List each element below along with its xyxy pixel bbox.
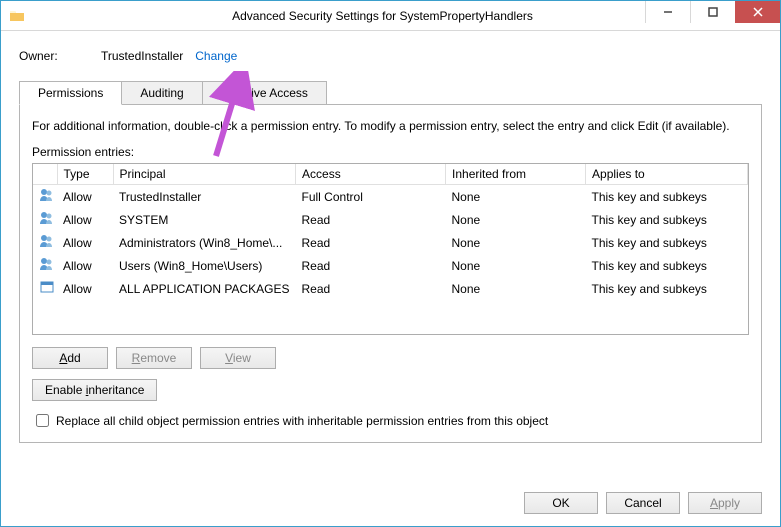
principal-icon [33, 185, 57, 209]
principal-icon [33, 208, 57, 231]
enable-inheritance-label: Enable inheritance [45, 383, 144, 397]
info-text: For additional information, double-click… [32, 119, 749, 133]
add-button[interactable]: Add [32, 347, 108, 369]
col-principal[interactable]: Principal [113, 164, 296, 185]
enable-inheritance-button[interactable]: Enable inheritance [32, 379, 157, 401]
apply-button-label: Apply [710, 496, 740, 510]
table-row[interactable]: AllowUsers (Win8_Home\Users)ReadNoneThis… [33, 254, 748, 277]
ok-button[interactable]: OK [524, 492, 598, 514]
cell-applies: This key and subkeys [586, 254, 748, 277]
cell-applies: This key and subkeys [586, 185, 748, 209]
cell-principal: ALL APPLICATION PACKAGES [113, 277, 296, 300]
cell-type: Allow [57, 231, 113, 254]
tab-body: For additional information, double-click… [19, 104, 762, 443]
principal-icon [33, 231, 57, 254]
cell-type: Allow [57, 277, 113, 300]
minimize-button[interactable] [645, 1, 690, 23]
maximize-button[interactable] [690, 1, 735, 23]
cell-applies: This key and subkeys [586, 231, 748, 254]
cell-type: Allow [57, 208, 113, 231]
cell-inherited: None [446, 277, 586, 300]
remove-button[interactable]: Remove [116, 347, 192, 369]
add-button-label: Add [59, 351, 80, 365]
entries-label: Permission entries: [32, 145, 749, 159]
window-controls [645, 1, 780, 23]
apply-button[interactable]: Apply [688, 492, 762, 514]
cell-access: Read [296, 231, 446, 254]
remove-button-label: Remove [132, 351, 177, 365]
table-row[interactable]: AllowAdministrators (Win8_Home\...ReadNo… [33, 231, 748, 254]
col-icon[interactable] [33, 164, 57, 185]
col-inherited[interactable]: Inherited from [446, 164, 586, 185]
cell-principal: SYSTEM [113, 208, 296, 231]
cell-type: Allow [57, 254, 113, 277]
cell-access: Read [296, 277, 446, 300]
cell-access: Read [296, 254, 446, 277]
cell-inherited: None [446, 231, 586, 254]
cell-principal: TrustedInstaller [113, 185, 296, 209]
cell-inherited: None [446, 185, 586, 209]
cancel-button[interactable]: Cancel [606, 492, 680, 514]
tab-permissions[interactable]: Permissions [19, 81, 122, 105]
table-row[interactable]: AllowALL APPLICATION PACKAGESReadNoneThi… [33, 277, 748, 300]
cell-access: Full Control [296, 185, 446, 209]
cell-access: Read [296, 208, 446, 231]
col-type[interactable]: Type [57, 164, 113, 185]
table-row[interactable]: AllowTrustedInstallerFull ControlNoneThi… [33, 185, 748, 209]
owner-row: Owner: TrustedInstaller Change [19, 49, 762, 63]
owner-name: TrustedInstaller [101, 49, 183, 63]
col-applies[interactable]: Applies to [586, 164, 748, 185]
table-header-row: Type Principal Access Inherited from App… [33, 164, 748, 185]
cell-inherited: None [446, 208, 586, 231]
change-owner-link[interactable]: Change [195, 49, 237, 63]
cell-type: Allow [57, 185, 113, 209]
cell-applies: This key and subkeys [586, 208, 748, 231]
tab-auditing[interactable]: Auditing [121, 81, 202, 105]
replace-child-checkbox[interactable] [36, 414, 49, 427]
folder-icon [9, 8, 25, 24]
tab-effective-access[interactable]: Effective Access [202, 81, 327, 105]
principal-icon [33, 254, 57, 277]
dialog-footer: OK Cancel Apply [524, 492, 762, 514]
owner-label: Owner: [19, 49, 101, 63]
cell-principal: Users (Win8_Home\Users) [113, 254, 296, 277]
tab-strip: Permissions Auditing Effective Access [19, 81, 762, 105]
view-button-label: View [225, 351, 251, 365]
principal-icon [33, 277, 57, 300]
col-access[interactable]: Access [296, 164, 446, 185]
cell-principal: Administrators (Win8_Home\... [113, 231, 296, 254]
permission-table: Type Principal Access Inherited from App… [32, 163, 749, 335]
replace-child-label: Replace all child object permission entr… [56, 414, 548, 428]
table-row[interactable]: AllowSYSTEMReadNoneThis key and subkeys [33, 208, 748, 231]
cell-inherited: None [446, 254, 586, 277]
close-button[interactable] [735, 1, 780, 23]
view-button[interactable]: View [200, 347, 276, 369]
titlebar: Advanced Security Settings for SystemPro… [1, 1, 780, 31]
cell-applies: This key and subkeys [586, 277, 748, 300]
